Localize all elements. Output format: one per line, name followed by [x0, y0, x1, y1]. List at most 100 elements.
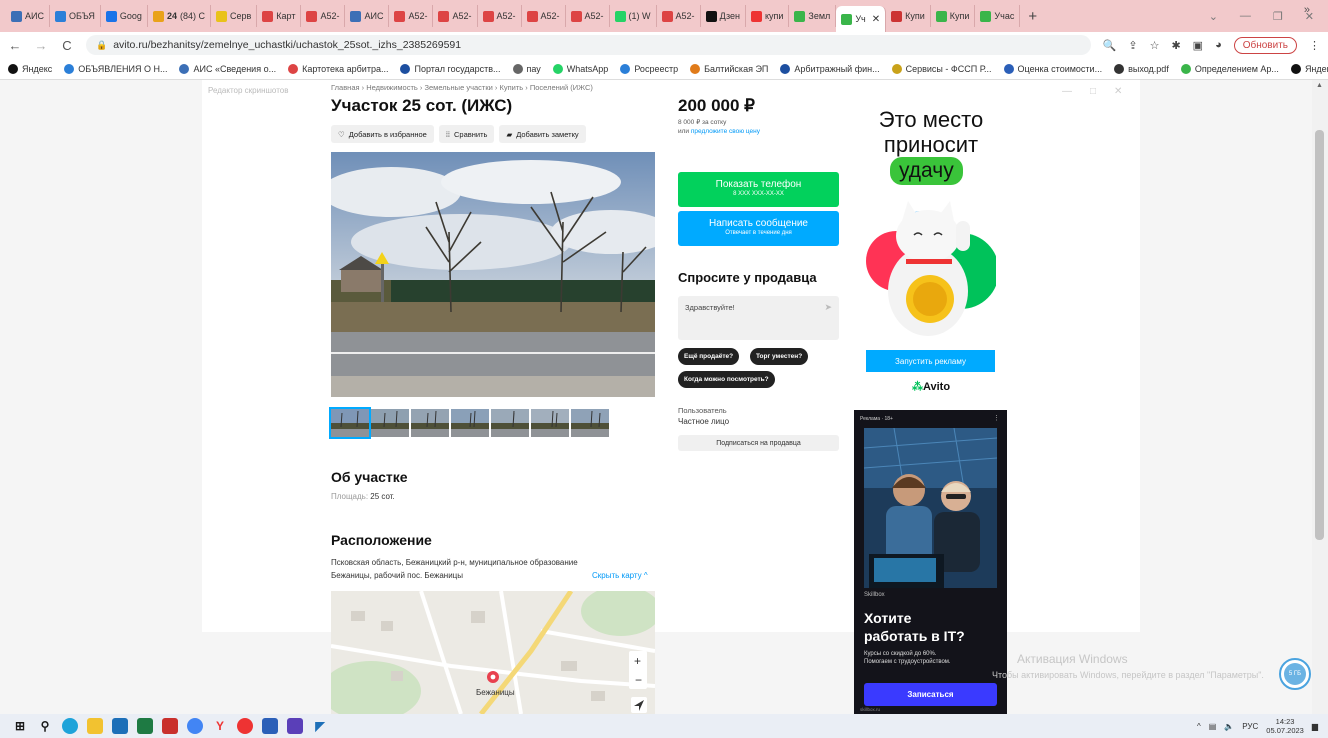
browser-tab[interactable]: Уч ✕ — [836, 6, 887, 32]
browser-tab[interactable]: А52- — [433, 5, 478, 27]
forward-icon[interactable]: → — [34, 38, 48, 53]
page-scrollbar[interactable]: ▲ — [1312, 80, 1328, 714]
yandex-icon[interactable]: Y — [212, 718, 228, 734]
chrome-icon[interactable] — [187, 718, 203, 734]
browser-tab[interactable]: Купи — [931, 5, 976, 27]
excel-icon[interactable] — [137, 718, 153, 734]
bookmark-item[interactable]: Оценка стоимости... — [1003, 63, 1102, 74]
start-icon[interactable]: ⊞ — [12, 718, 28, 734]
quick-question-still-selling[interactable]: Ещё продаёте? — [678, 348, 740, 365]
new-tab-icon[interactable]: + — [1020, 8, 1045, 25]
photo-thumbnail[interactable] — [451, 409, 489, 437]
app-icon-1[interactable] — [112, 718, 128, 734]
browser-tab[interactable]: купи — [746, 5, 790, 27]
app-icon-2[interactable] — [162, 718, 178, 734]
browser-tab[interactable]: Серв — [211, 5, 258, 27]
message-input[interactable]: Здравствуйте! ➤ — [678, 296, 839, 340]
back-icon[interactable]: ← — [8, 38, 22, 53]
offer-price-link[interactable]: предложите свою цену — [691, 128, 760, 135]
volume-icon[interactable]: 🔈 — [1224, 722, 1234, 731]
browser-tab[interactable]: Учас — [975, 5, 1021, 27]
reload-icon[interactable]: C — [60, 38, 74, 53]
clock[interactable]: 14:23 05.07.2023 — [1266, 717, 1304, 735]
search-icon[interactable]: ⚲ — [37, 718, 53, 734]
word-icon[interactable] — [262, 718, 278, 734]
bookmark-item[interactable]: Балтийская ЭП — [690, 63, 768, 74]
browser-tab[interactable]: Дзен — [701, 5, 746, 27]
bookmark-item[interactable]: Яндекс — [1290, 63, 1328, 74]
browser-tab[interactable]: Goog — [101, 5, 148, 27]
add-note-button[interactable]: ▰ Добавить заметку — [499, 125, 586, 143]
bookmark-item[interactable]: Портал государств... — [400, 63, 501, 74]
write-message-button[interactable]: Написать сообщение Отвечает в течение дн… — [678, 211, 839, 246]
share-icon[interactable]: ⇪ — [1128, 39, 1137, 52]
bookmark-star-icon[interactable]: ☆ — [1150, 39, 1160, 52]
launch-ad-button[interactable]: Запустить рекламу — [866, 350, 995, 372]
browser-tab[interactable]: А52- — [566, 5, 610, 27]
edge-icon[interactable] — [62, 718, 78, 734]
compare-button[interactable]: ⁞⁞ Сравнить — [438, 125, 495, 143]
profile-icon[interactable]: ◕ — [1215, 39, 1222, 51]
browser-tab[interactable]: ОБЪЯ — [50, 5, 101, 27]
photo-thumbnail[interactable] — [411, 409, 449, 437]
app-icon-3[interactable] — [287, 718, 303, 734]
photo-thumbnail[interactable] — [531, 409, 569, 437]
scroll-thumb[interactable] — [1315, 130, 1324, 540]
minimize-icon[interactable]: — — [1240, 10, 1251, 22]
map-zoom-in-icon[interactable]: + — [634, 654, 641, 668]
scroll-up-icon[interactable]: ▲ — [1316, 82, 1323, 89]
browser-tab[interactable]: 24 (84) С — [148, 5, 211, 27]
avito-ad-banner[interactable]: Это место приносит удачу Запустить рекла… — [856, 95, 1006, 403]
subscribe-seller-button[interactable]: Подписаться на продавца — [678, 435, 839, 451]
quick-question-viewing[interactable]: Когда можно посмотреть? — [678, 371, 775, 388]
browser-tab[interactable]: А52- — [389, 5, 434, 27]
bookmark-item[interactable]: Росреестр — [620, 63, 678, 74]
lang-indicator[interactable]: РУС — [1242, 722, 1258, 731]
browser-tab[interactable]: (1) W — [610, 5, 657, 27]
show-phone-button[interactable]: Показать телефон 8 XXX XXX-XX-XX — [678, 172, 839, 207]
network-icon[interactable]: ▤ — [1209, 722, 1217, 731]
main-photo[interactable] — [331, 152, 655, 397]
bookmark-item[interactable]: выход.pdf — [1114, 63, 1169, 74]
file-explorer-icon[interactable] — [87, 718, 103, 734]
browser-tab[interactable]: Карт — [257, 5, 302, 27]
yandex-browser-icon[interactable] — [237, 718, 253, 734]
bookmark-item[interactable]: Определением Ар... — [1180, 63, 1279, 74]
zoom-icon[interactable]: 🔍 — [1103, 39, 1117, 52]
photo-thumbnail[interactable] — [329, 407, 371, 439]
bookmark-item[interactable]: Сервисы - ФССП Р... — [891, 63, 992, 74]
sidebar-icon[interactable]: ▣ — [1193, 39, 1203, 52]
map-zoom-out-icon[interactable]: − — [635, 673, 642, 687]
hide-map-link[interactable]: Скрыть карту ^ — [592, 571, 648, 580]
bookmark-item[interactable]: Яндекс — [8, 63, 52, 74]
restore-icon[interactable]: ❐ — [1273, 10, 1283, 23]
location-map[interactable]: Бежаницы + − — [331, 591, 655, 714]
tab-close-icon[interactable]: ✕ — [872, 14, 880, 25]
extensions-icon[interactable]: ✱ — [1171, 39, 1180, 52]
photo-thumbnail[interactable] — [571, 409, 609, 437]
browser-tab[interactable]: АИС — [345, 5, 390, 27]
quick-question-bargain[interactable]: Торг уместен? — [750, 348, 809, 365]
url-field[interactable]: 🔒 avito.ru/bezhanitsy/zemelnye_uchastki/… — [86, 35, 1091, 55]
add-favorite-button[interactable]: ♡ Добавить в избранное — [331, 125, 434, 143]
browser-tab[interactable]: А52- — [301, 5, 346, 27]
bookmark-item[interactable]: WhatsApp — [552, 63, 608, 74]
photo-thumbnail[interactable] — [491, 409, 529, 437]
bookmark-item[interactable]: Картотека арбитра... — [288, 63, 388, 74]
bookmark-item[interactable]: пау — [512, 63, 541, 74]
breadcrumb[interactable]: Главная › Недвижимость › Земельные участ… — [331, 83, 593, 92]
storage-badge[interactable]: 5 ГБ — [1279, 658, 1311, 690]
app-icon-4[interactable]: ◤ — [312, 718, 328, 734]
browser-tab[interactable]: Земл — [789, 5, 837, 27]
update-button[interactable]: Обновить — [1233, 36, 1297, 54]
photo-thumbnail[interactable] — [371, 409, 409, 437]
browser-tab[interactable]: А52- — [522, 5, 566, 27]
send-icon[interactable]: ➤ — [824, 302, 832, 313]
seller-type[interactable]: Частное лицо — [678, 417, 729, 426]
tray-expand-icon[interactable]: ^ — [1197, 722, 1201, 731]
ad2-menu-icon[interactable]: ⋮ — [993, 414, 1000, 422]
chevron-down-icon[interactable]: ⌄ — [1209, 10, 1218, 23]
notifications-icon[interactable]: ▆ — [1312, 722, 1318, 731]
bookmark-item[interactable]: ОБЪЯВЛЕНИЯ О Н... — [64, 63, 167, 74]
browser-tab[interactable]: АИС — [6, 5, 50, 27]
